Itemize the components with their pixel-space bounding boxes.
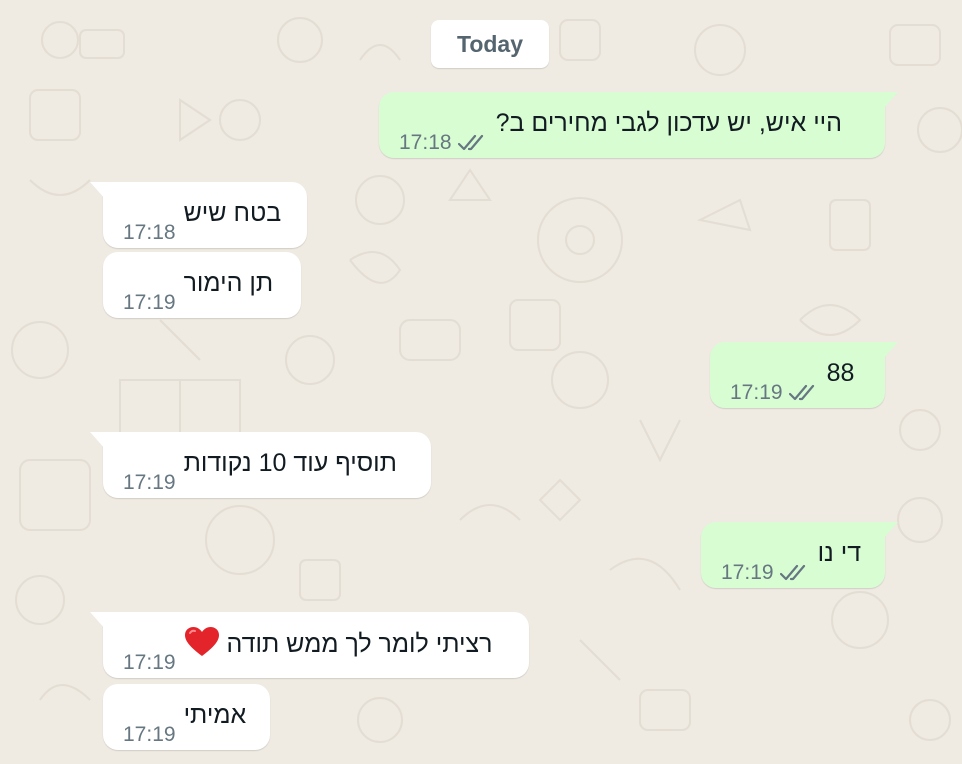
- incoming-message-bubble[interactable]: 17:19 אמיתי: [103, 684, 270, 750]
- message-time: 17:19: [123, 723, 176, 746]
- message-time: 17:18: [123, 221, 176, 244]
- bubble-tail-icon: [882, 92, 898, 110]
- message-text: 88: [826, 359, 855, 387]
- message-text: בטח שיש: [183, 199, 282, 227]
- message-text: היי איש, יש עדכון לגבי מחירים ב?: [495, 109, 843, 137]
- date-divider-today: Today: [431, 20, 549, 68]
- incoming-message-bubble[interactable]: 17:18 בטח שיש: [90, 182, 307, 248]
- bubble-tail-icon: [90, 182, 106, 200]
- double-check-read-icon: [457, 134, 483, 151]
- message-time: 17:19: [123, 651, 176, 674]
- message-meta: 17:18: [123, 221, 176, 244]
- bubble-tail-icon: [90, 432, 106, 450]
- incoming-message-bubble[interactable]: 17:19 תוסיף עוד 10 נקודות: [90, 432, 431, 498]
- message-meta: 17:19: [123, 723, 176, 746]
- message-meta: 17:19: [123, 651, 176, 674]
- message-time: 17:19: [721, 561, 774, 584]
- message-time: 17:19: [123, 291, 176, 314]
- message-meta: 17:19: [721, 561, 810, 584]
- message-time: 17:19: [123, 471, 176, 494]
- message-meta: 17:19: [123, 291, 176, 314]
- double-check-read-icon: [779, 564, 805, 581]
- double-check-read-icon: [788, 384, 814, 401]
- outgoing-message-bubble[interactable]: 17:19 די נו: [701, 522, 898, 588]
- bubble-tail-icon: [90, 612, 106, 630]
- outgoing-message-bubble[interactable]: 17:18 היי איש, יש עדכון לגבי מחירים ב?: [379, 92, 898, 158]
- message-time: 17:19: [730, 381, 783, 404]
- message-text-content: רציתי לומר לך ממש תודה: [226, 630, 493, 658]
- message-time: 17:18: [399, 131, 452, 154]
- message-text: די נו: [817, 539, 862, 567]
- message-meta: 17:19: [123, 471, 176, 494]
- date-divider-label: Today: [456, 30, 524, 57]
- message-text: תוסיף עוד 10 נקודות: [183, 449, 397, 477]
- bubble-tail-icon: [882, 522, 898, 540]
- outgoing-message-bubble[interactable]: 17:19 88: [710, 342, 898, 408]
- incoming-message-bubble[interactable]: 17:19 רציתי לומר לך ממש תודה: [90, 612, 529, 678]
- message-meta: 17:18: [399, 131, 488, 154]
- bubble-tail-icon: [882, 342, 898, 360]
- red-heart-icon: [184, 626, 220, 659]
- message-text: רציתי לומר לך ממש תודה: [184, 626, 493, 660]
- message-text: אמיתי: [183, 701, 247, 729]
- message-meta: 17:19: [730, 381, 819, 404]
- incoming-message-bubble[interactable]: 17:19 תן הימור: [103, 252, 301, 318]
- message-text: תן הימור: [183, 269, 274, 297]
